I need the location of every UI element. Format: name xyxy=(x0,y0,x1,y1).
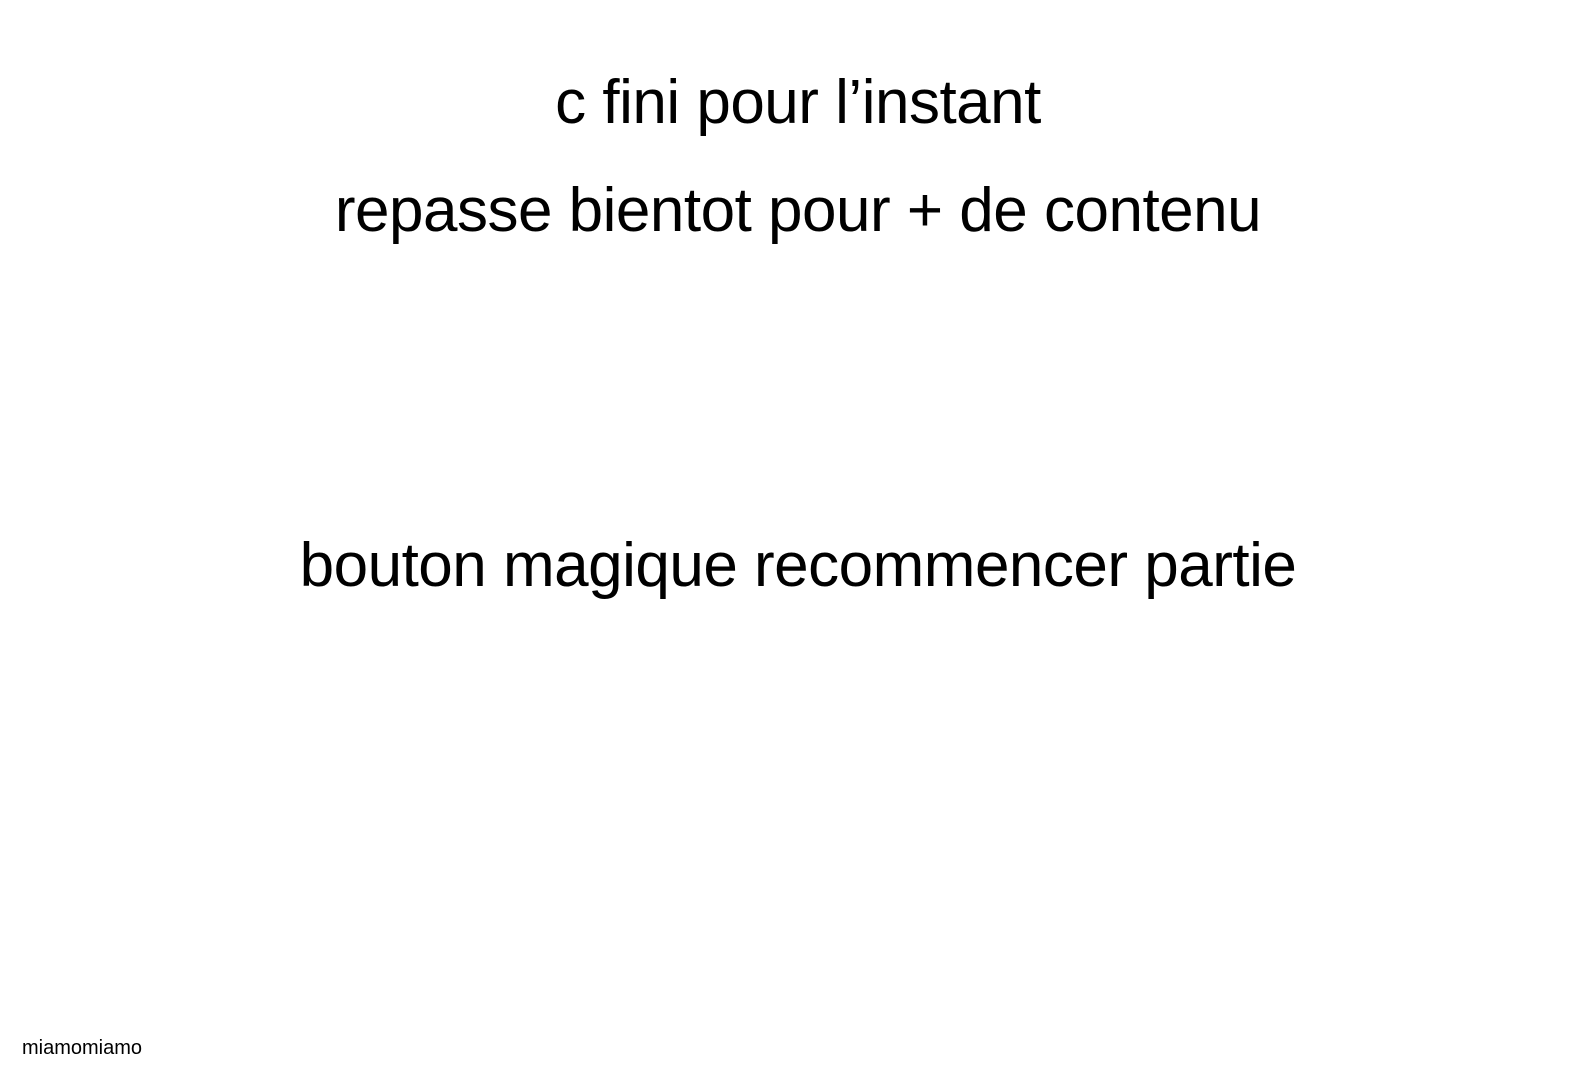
end-message-subtitle: repasse bientot pour + de contenu xyxy=(334,176,1262,245)
end-message-title: c fini pour l’instant xyxy=(555,68,1041,137)
restart-game-button[interactable]: bouton magique recommencer partie xyxy=(230,520,1366,610)
end-screen: c fini pour l’instant repasse bientot po… xyxy=(0,0,1596,1080)
author-credit: miamomiamo xyxy=(22,1037,143,1059)
